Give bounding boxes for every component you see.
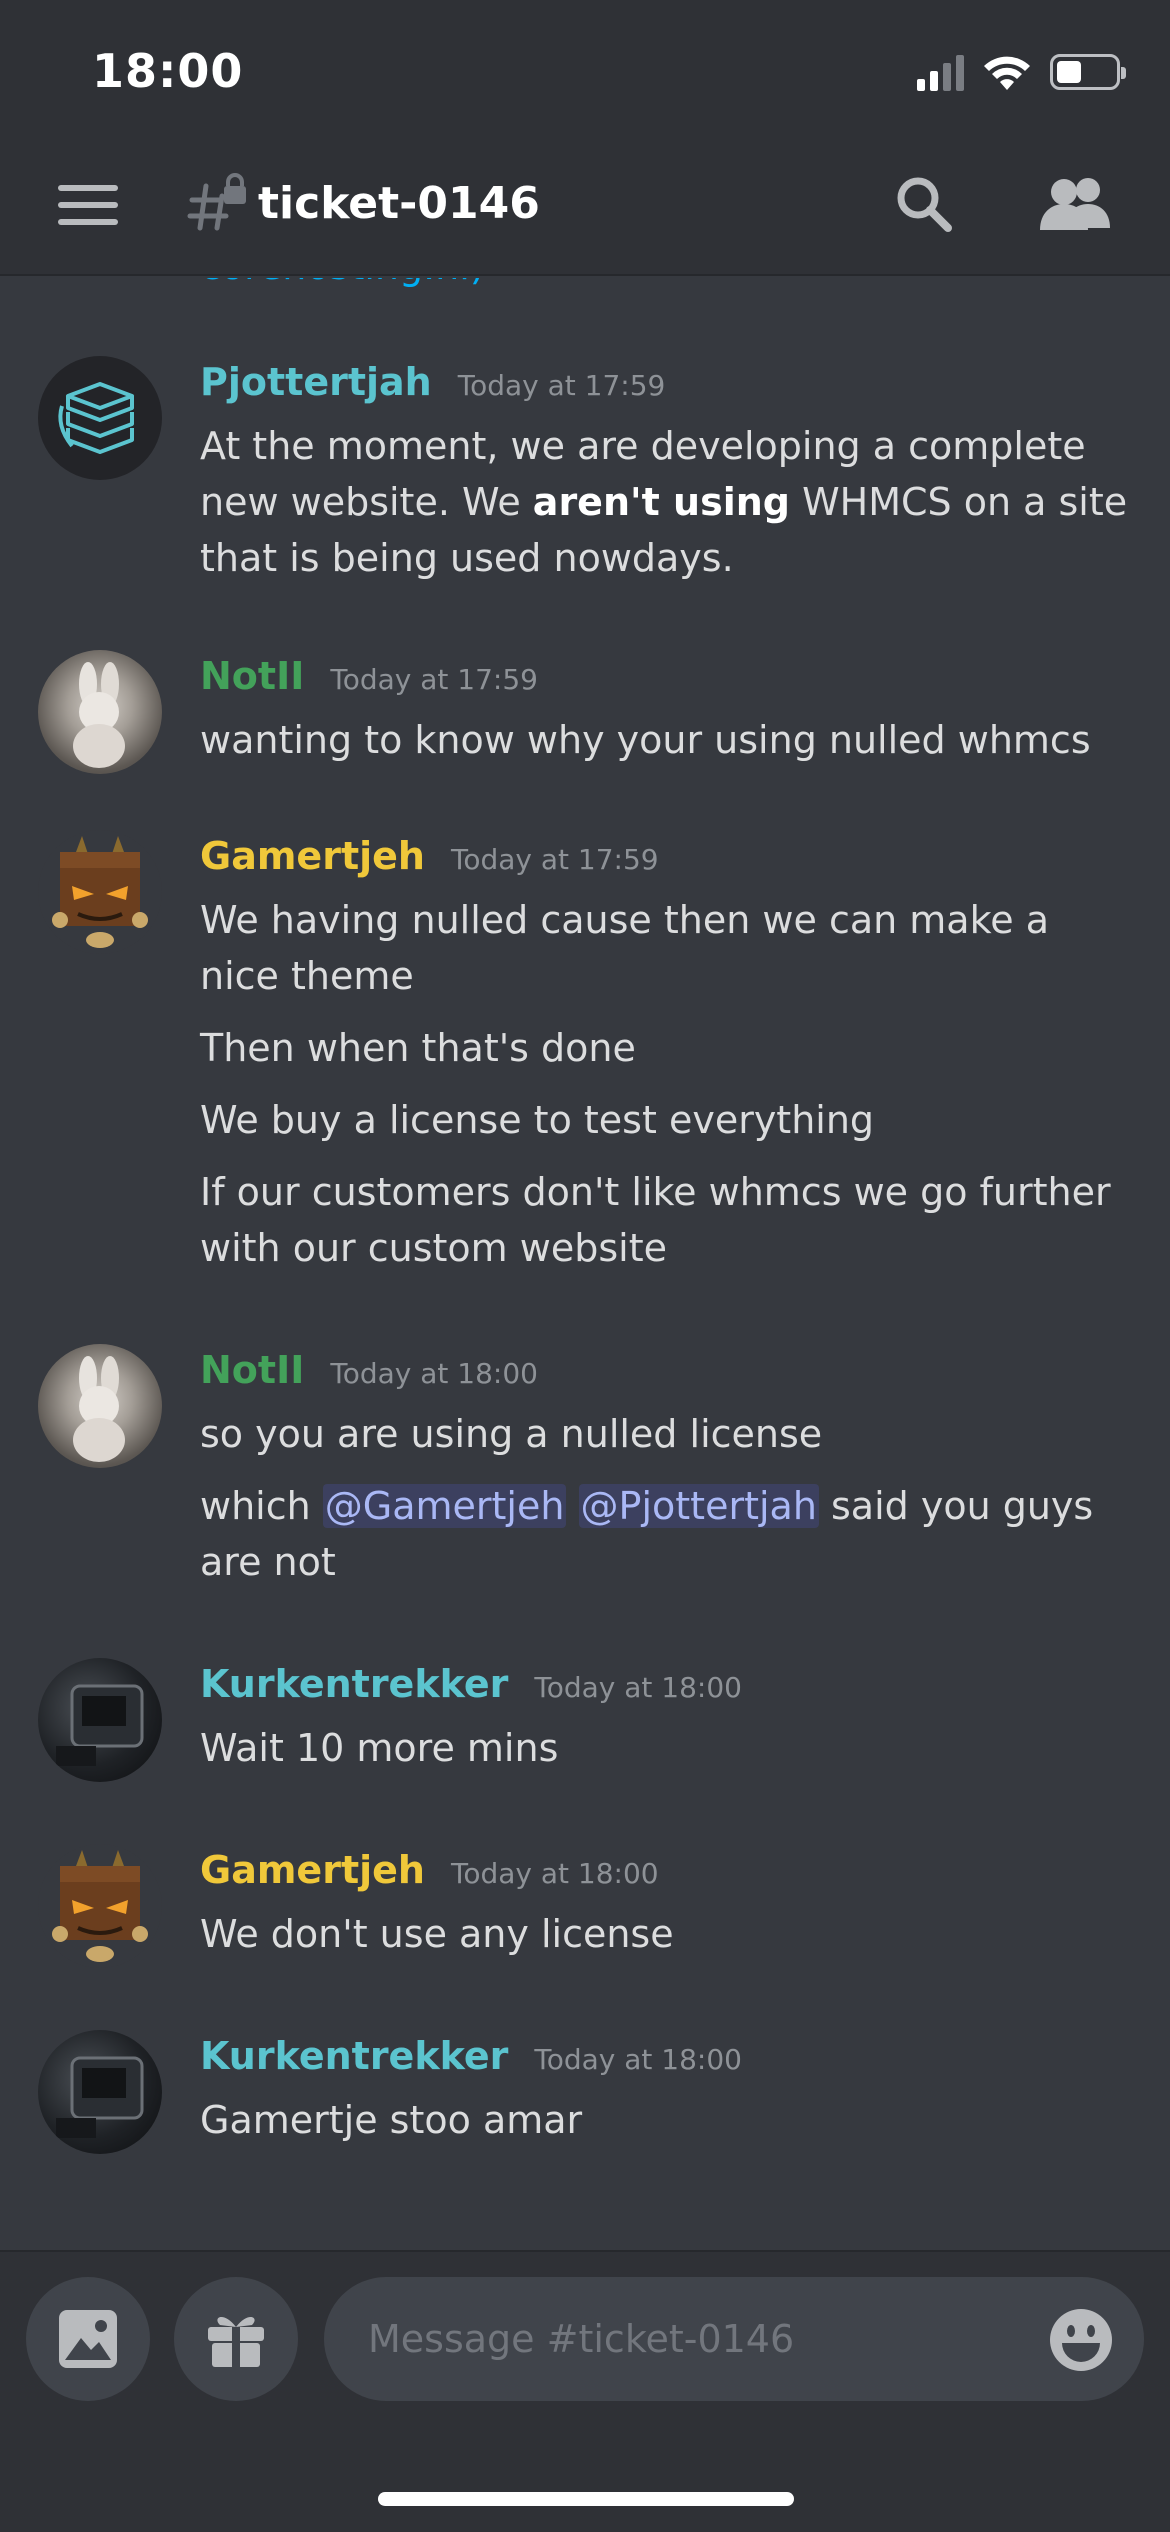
- menu-button[interactable]: [58, 185, 118, 225]
- message-text: wanting to know why your using nulled wh…: [200, 718, 1091, 762]
- gift-button[interactable]: [174, 2277, 298, 2401]
- message-text: We buy a license to test everything: [200, 1098, 875, 1142]
- camera-photo-icon: [56, 2056, 144, 2138]
- battery-icon: [1050, 54, 1126, 90]
- message-text: If our customers don't like whmcs we go …: [200, 1170, 1111, 1270]
- username[interactable]: NotII: [200, 1348, 304, 1392]
- user-mention[interactable]: @Gamertjeh: [322, 1484, 567, 1528]
- plush-bunny-icon: [73, 1356, 125, 1462]
- status-icons: [917, 52, 1126, 92]
- plush-bunny-icon: [73, 662, 125, 768]
- username[interactable]: NotII: [200, 654, 304, 698]
- message-text: Wait 10 more mins: [200, 1726, 559, 1770]
- timestamp: Today at 17:59: [450, 843, 659, 876]
- message-text: Gamertje stoo amar: [200, 2098, 583, 2142]
- status-time: 18:00: [92, 44, 244, 98]
- gift-icon: [208, 2316, 264, 2367]
- camera-photo-icon: [56, 1684, 144, 1766]
- timestamp: Today at 17:59: [457, 369, 666, 402]
- avatar[interactable]: [38, 1844, 162, 1968]
- message-list[interactable]: corehosting.nl) Pjottertjah Today at 17:…: [0, 278, 1170, 2248]
- message-input-container[interactable]: [324, 2277, 1144, 2401]
- home-indicator: [378, 2492, 794, 2506]
- message-text: Then when that's done: [200, 1026, 636, 1070]
- message-composer: [0, 2250, 1170, 2532]
- image-icon: [59, 2310, 117, 2368]
- username[interactable]: Kurkentrekker: [200, 2034, 508, 2078]
- avatar[interactable]: [38, 830, 162, 954]
- bold-text: aren't using: [532, 480, 790, 524]
- username[interactable]: Gamertjeh: [200, 834, 425, 878]
- cut-off-link[interactable]: corehosting.nl): [200, 278, 485, 288]
- timestamp: Today at 18:00: [534, 2043, 742, 2076]
- members-icon[interactable]: [1036, 172, 1116, 236]
- box-monster-icon: [52, 836, 148, 948]
- username[interactable]: Pjottertjah: [200, 360, 432, 404]
- message-input[interactable]: [368, 2277, 1008, 2401]
- attach-image-button[interactable]: [26, 2277, 150, 2401]
- server-stack-icon: [58, 382, 134, 454]
- cellular-signal-icon: [917, 53, 964, 91]
- timestamp: Today at 18:00: [330, 1357, 538, 1390]
- username[interactable]: Kurkentrekker: [200, 1662, 508, 1706]
- avatar[interactable]: [38, 1344, 162, 1468]
- message-text: At the moment, we are developing a compl…: [200, 424, 1128, 580]
- timestamp: Today at 18:00: [450, 1857, 659, 1890]
- avatar[interactable]: [38, 356, 162, 480]
- username[interactable]: Gamertjeh: [200, 1848, 425, 1892]
- user-mention[interactable]: @Pjottertjah: [578, 1484, 819, 1528]
- box-monster-icon: [52, 1850, 148, 1962]
- timestamp: Today at 18:00: [534, 1671, 742, 1704]
- wifi-icon: [984, 56, 1030, 90]
- message-text: We having nulled cause then we can make …: [200, 898, 1049, 998]
- avatar[interactable]: [38, 1658, 162, 1782]
- private-channel-icon: [187, 173, 246, 231]
- message-text: so you are using a nulled license: [200, 1412, 823, 1456]
- emoji-icon[interactable]: [1048, 2307, 1114, 2373]
- timestamp: Today at 17:59: [330, 663, 538, 696]
- message-text: We don't use any license: [200, 1912, 674, 1956]
- avatar[interactable]: [38, 650, 162, 774]
- app-header: 18:00 ticket-0146: [0, 0, 1170, 276]
- avatar[interactable]: [38, 2030, 162, 2154]
- message-text: which @Gamertjeh @Pjottertjah said you g…: [200, 1484, 1094, 1584]
- search-icon[interactable]: [892, 172, 956, 236]
- channel-title: ticket-0146: [258, 178, 540, 229]
